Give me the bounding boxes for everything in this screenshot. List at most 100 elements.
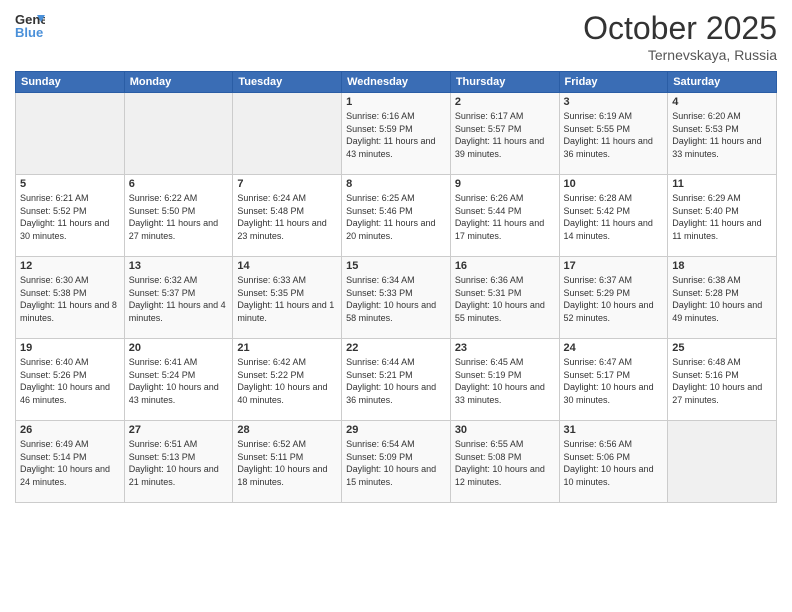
day-info: Sunrise: 6:29 AMSunset: 5:40 PMDaylight:…: [672, 192, 772, 242]
calendar-cell: 8 Sunrise: 6:25 AMSunset: 5:46 PMDaylight…: [342, 175, 451, 257]
day-number: 7: [237, 178, 337, 190]
day-number: 8: [346, 178, 446, 190]
day-number: 25: [672, 342, 772, 354]
day-info: Sunrise: 6:44 AMSunset: 5:21 PMDaylight:…: [346, 356, 446, 406]
calendar-cell: 9 Sunrise: 6:26 AMSunset: 5:44 PMDaylight…: [450, 175, 559, 257]
svg-text:Blue: Blue: [15, 25, 43, 40]
calendar-cell: 2 Sunrise: 6:17 AMSunset: 5:57 PMDaylight…: [450, 93, 559, 175]
day-number: 12: [20, 260, 120, 272]
day-info: Sunrise: 6:20 AMSunset: 5:53 PMDaylight:…: [672, 110, 772, 160]
day-info: Sunrise: 6:19 AMSunset: 5:55 PMDaylight:…: [564, 110, 664, 160]
day-info: Sunrise: 6:51 AMSunset: 5:13 PMDaylight:…: [129, 438, 229, 488]
day-header: Saturday: [668, 72, 777, 93]
day-info: Sunrise: 6:52 AMSunset: 5:11 PMDaylight:…: [237, 438, 337, 488]
calendar-cell: 16Sunrise: 6:36 AMSunset: 5:31 PMDayligh…: [450, 257, 559, 339]
day-info: Sunrise: 6:24 AMSunset: 5:48 PMDaylight:…: [237, 192, 337, 242]
day-number: 9: [455, 178, 555, 190]
calendar-cell: 5 Sunrise: 6:21 AMSunset: 5:52 PMDaylight…: [16, 175, 125, 257]
calendar-cell: 21 Sunrise: 6:42 AMSunset: 5:22 PMDayligh…: [233, 339, 342, 421]
day-info: Sunrise: 6:38 AMSunset: 5:28 PMDaylight:…: [672, 274, 772, 324]
calendar-cell: 18 Sunrise: 6:38 AMSunset: 5:28 PMDayligh…: [668, 257, 777, 339]
day-number: 5: [20, 178, 120, 190]
day-info: Sunrise: 6:32 AMSunset: 5:37 PMDaylight:…: [129, 274, 229, 324]
day-number: 23: [455, 342, 555, 354]
month-title: October 2025: [583, 10, 777, 47]
day-number: 31: [564, 424, 664, 436]
day-number: 2: [455, 96, 555, 108]
calendar-cell: 14 Sunrise: 6:33 AMSunset: 5:35 PMDayligh…: [233, 257, 342, 339]
day-header: Monday: [124, 72, 233, 93]
calendar-cell: 30Sunrise: 6:55 AMSunset: 5:08 PMDayligh…: [450, 421, 559, 503]
day-number: 16: [455, 260, 555, 272]
calendar-cell: 15 Sunrise: 6:34 AMSunset: 5:33 PMDayligh…: [342, 257, 451, 339]
day-number: 13: [129, 260, 229, 272]
day-number: 18: [672, 260, 772, 272]
day-number: 1: [346, 96, 446, 108]
calendar-cell: 28 Sunrise: 6:52 AMSunset: 5:11 PMDayligh…: [233, 421, 342, 503]
calendar-cell: 3 Sunrise: 6:19 AMSunset: 5:55 PMDaylight…: [559, 93, 668, 175]
day-info: Sunrise: 6:55 AMSunset: 5:08 PMDaylight:…: [455, 438, 555, 488]
day-header: Sunday: [16, 72, 125, 93]
calendar-cell: [668, 421, 777, 503]
day-info: Sunrise: 6:54 AMSunset: 5:09 PMDaylight:…: [346, 438, 446, 488]
calendar-table: SundayMondayTuesdayWednesdayThursdayFrid…: [15, 71, 777, 503]
calendar-cell: 20 Sunrise: 6:41 AMSunset: 5:24 PMDayligh…: [124, 339, 233, 421]
calendar-cell: 29 Sunrise: 6:54 AMSunset: 5:09 PMDayligh…: [342, 421, 451, 503]
calendar-cell: 24 Sunrise: 6:47 AMSunset: 5:17 PMDayligh…: [559, 339, 668, 421]
day-info: Sunrise: 6:30 AMSunset: 5:38 PMDaylight:…: [20, 274, 120, 324]
day-info: Sunrise: 6:25 AMSunset: 5:46 PMDaylight:…: [346, 192, 446, 242]
page-header: General Blue October 2025 Ternevskaya, R…: [15, 10, 777, 63]
day-number: 17: [564, 260, 664, 272]
day-number: 10: [564, 178, 664, 190]
day-header: Wednesday: [342, 72, 451, 93]
day-info: Sunrise: 6:22 AMSunset: 5:50 PMDaylight:…: [129, 192, 229, 242]
calendar-cell: 10Sunrise: 6:28 AMSunset: 5:42 PMDayligh…: [559, 175, 668, 257]
day-info: Sunrise: 6:21 AMSunset: 5:52 PMDaylight:…: [20, 192, 120, 242]
day-info: Sunrise: 6:41 AMSunset: 5:24 PMDaylight:…: [129, 356, 229, 406]
day-header: Thursday: [450, 72, 559, 93]
day-info: Sunrise: 6:26 AMSunset: 5:44 PMDaylight:…: [455, 192, 555, 242]
day-number: 21: [237, 342, 337, 354]
day-number: 24: [564, 342, 664, 354]
logo: General Blue: [15, 10, 49, 40]
logo-icon: General Blue: [15, 10, 45, 40]
day-number: 26: [20, 424, 120, 436]
day-info: Sunrise: 6:56 AMSunset: 5:06 PMDaylight:…: [564, 438, 664, 488]
day-header: Friday: [559, 72, 668, 93]
calendar-cell: 12 Sunrise: 6:30 AMSunset: 5:38 PMDayligh…: [16, 257, 125, 339]
day-number: 3: [564, 96, 664, 108]
calendar-cell: 25 Sunrise: 6:48 AMSunset: 5:16 PMDayligh…: [668, 339, 777, 421]
calendar-cell: [16, 93, 125, 175]
day-info: Sunrise: 6:48 AMSunset: 5:16 PMDaylight:…: [672, 356, 772, 406]
day-info: Sunrise: 6:37 AMSunset: 5:29 PMDaylight:…: [564, 274, 664, 324]
day-number: 28: [237, 424, 337, 436]
day-number: 29: [346, 424, 446, 436]
day-info: Sunrise: 6:34 AMSunset: 5:33 PMDaylight:…: [346, 274, 446, 324]
day-number: 19: [20, 342, 120, 354]
calendar-cell: [233, 93, 342, 175]
calendar-cell: [124, 93, 233, 175]
calendar-cell: 1Sunrise: 6:16 AMSunset: 5:59 PMDaylight…: [342, 93, 451, 175]
day-number: 22: [346, 342, 446, 354]
day-info: Sunrise: 6:45 AMSunset: 5:19 PMDaylight:…: [455, 356, 555, 406]
day-info: Sunrise: 6:33 AMSunset: 5:35 PMDaylight:…: [237, 274, 337, 324]
day-header: Tuesday: [233, 72, 342, 93]
day-info: Sunrise: 6:49 AMSunset: 5:14 PMDaylight:…: [20, 438, 120, 488]
calendar-cell: 17 Sunrise: 6:37 AMSunset: 5:29 PMDayligh…: [559, 257, 668, 339]
calendar-cell: 22 Sunrise: 6:44 AMSunset: 5:21 PMDayligh…: [342, 339, 451, 421]
calendar-cell: 26 Sunrise: 6:49 AMSunset: 5:14 PMDayligh…: [16, 421, 125, 503]
day-number: 20: [129, 342, 229, 354]
day-info: Sunrise: 6:47 AMSunset: 5:17 PMDaylight:…: [564, 356, 664, 406]
day-number: 14: [237, 260, 337, 272]
day-number: 6: [129, 178, 229, 190]
calendar-cell: 27 Sunrise: 6:51 AMSunset: 5:13 PMDayligh…: [124, 421, 233, 503]
calendar-cell: 11Sunrise: 6:29 AMSunset: 5:40 PMDayligh…: [668, 175, 777, 257]
calendar-cell: 13 Sunrise: 6:32 AMSunset: 5:37 PMDayligh…: [124, 257, 233, 339]
day-number: 27: [129, 424, 229, 436]
day-info: Sunrise: 6:42 AMSunset: 5:22 PMDaylight:…: [237, 356, 337, 406]
day-info: Sunrise: 6:17 AMSunset: 5:57 PMDaylight:…: [455, 110, 555, 160]
calendar-cell: 23 Sunrise: 6:45 AMSunset: 5:19 PMDayligh…: [450, 339, 559, 421]
day-number: 15: [346, 260, 446, 272]
day-number: 4: [672, 96, 772, 108]
calendar-cell: 4 Sunrise: 6:20 AMSunset: 5:53 PMDaylight…: [668, 93, 777, 175]
